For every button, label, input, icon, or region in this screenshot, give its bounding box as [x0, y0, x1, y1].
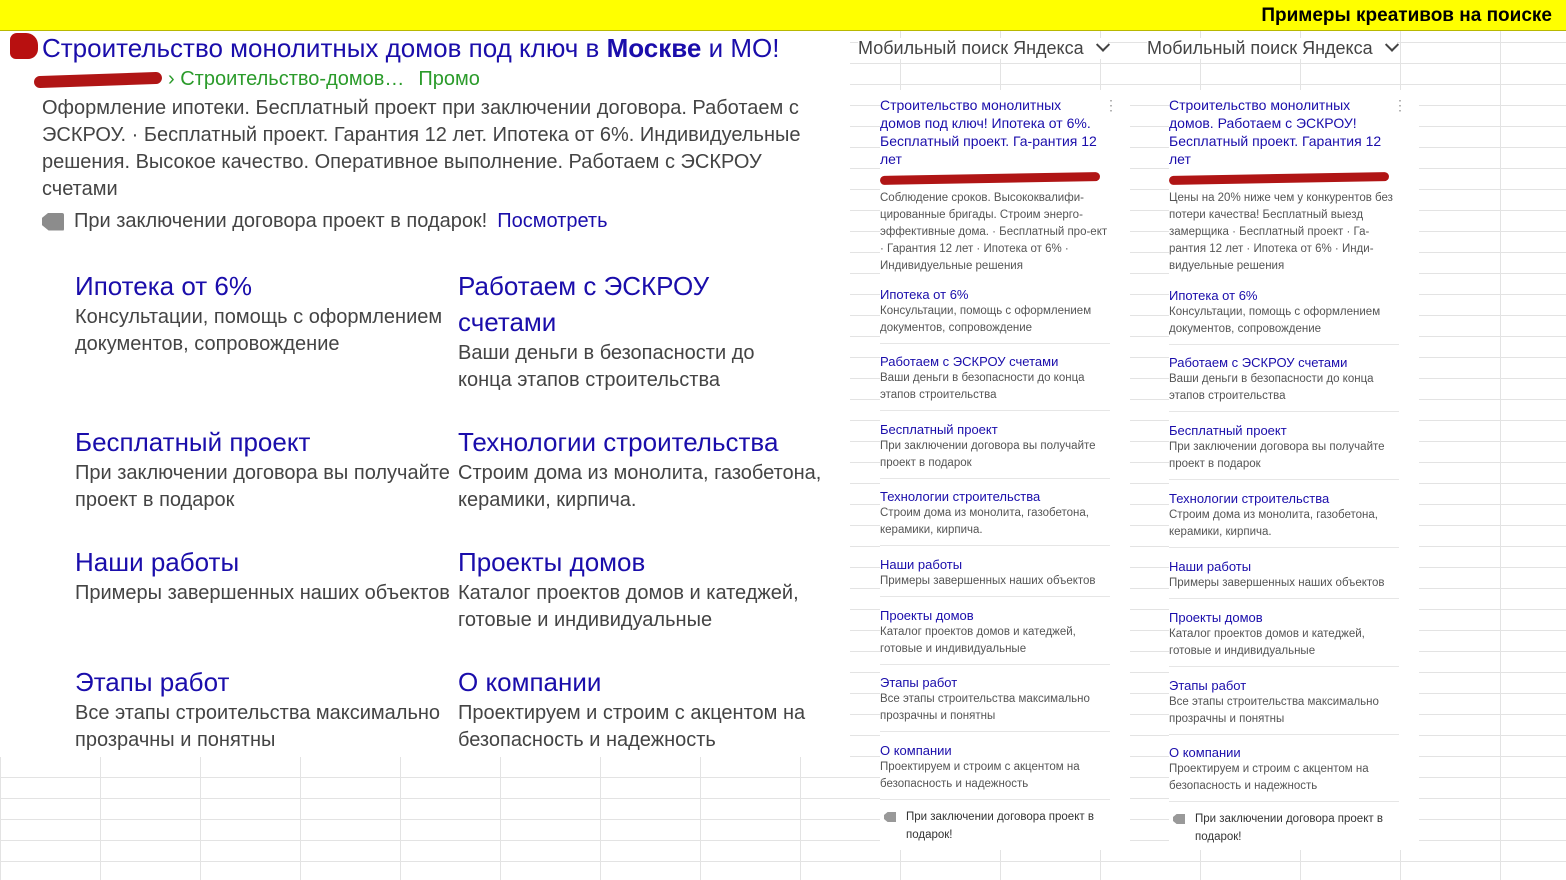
- mobile-sitelink[interactable]: Работаем с ЭСКРОУ счетами Ваши деньги в …: [1169, 354, 1399, 412]
- sitelink-title[interactable]: Технологии строительства: [458, 424, 833, 460]
- chevron-down-icon: [1384, 37, 1399, 52]
- mobile-search-dropdown-1[interactable]: Мобильный поиск Яндекса: [858, 37, 1110, 59]
- sitelink-title[interactable]: Работаем с ЭСКРОУ счетами: [458, 268, 798, 340]
- mobile-search-label: Мобильный поиск Яндекса: [1147, 38, 1373, 58]
- ad-description: Оформление ипотеки. Бесплатный проект пр…: [42, 97, 801, 200]
- sitelink-work-stages[interactable]: Этапы работ Все этапы строительства макс…: [75, 664, 450, 754]
- ad-title-link[interactable]: Строительство монолитных домов под ключ …: [42, 33, 779, 64]
- sitelink-technologies[interactable]: Технологии строительства Строим дома из …: [458, 424, 833, 514]
- sitelink-title[interactable]: О компании: [458, 664, 833, 700]
- sitelink-desc: Консультации, помощь с оформлением докум…: [75, 306, 443, 355]
- sitelink-title[interactable]: Этапы работ: [75, 664, 450, 700]
- sitelink-desc: Каталог проектов домов и катеджей, готов…: [458, 582, 799, 631]
- header-bar: Примеры креативов на поиске: [0, 0, 1566, 31]
- callout-link[interactable]: Посмотреть: [497, 210, 607, 233]
- sitelink-about-company[interactable]: О компании Проектируем и строим с акцент…: [458, 664, 833, 754]
- chevron-down-icon: [1095, 37, 1110, 52]
- redacted-domain-scribble: [879, 172, 1101, 185]
- header-title: Примеры креативов на поиске: [1261, 5, 1552, 26]
- mobile-sitelink[interactable]: Проекты домов Каталог проектов домов и к…: [1169, 609, 1399, 667]
- mobile-sitelink[interactable]: Ипотека от 6% Консультации, помощь с офо…: [880, 286, 1110, 344]
- sitelink-desc: При заключении договора вы получайте про…: [75, 462, 450, 511]
- mobile-sitelink[interactable]: Технологии строительства Строим дома из …: [880, 488, 1110, 546]
- sitelink-title[interactable]: Проекты домов: [458, 544, 833, 580]
- mobile-ad-title[interactable]: Строительство монолитных домов. Работаем…: [1169, 96, 1389, 168]
- mobile-sitelink[interactable]: Этапы работ Все этапы строительства макс…: [1169, 677, 1399, 735]
- redacted-domain-scribble: [33, 71, 163, 88]
- mobile-ad-card-1: Строительство монолитных домов под ключ!…: [879, 90, 1130, 850]
- mobile-sitelink[interactable]: О компании Проектируем и строим с акцент…: [1169, 744, 1399, 802]
- mobile-sitelink[interactable]: Технологии строительства Строим дома из …: [1169, 490, 1399, 548]
- sitelink-title[interactable]: Бесплатный проект: [75, 424, 450, 460]
- mobile-callout: При заключении договора проект в подарок…: [880, 808, 1110, 844]
- sitelink-desc: Ваши деньги в безопасности до конца этап…: [458, 342, 755, 391]
- sitelink-mortgage[interactable]: Ипотека от 6% Консультации, помощь с офо…: [75, 268, 450, 358]
- tag-icon: [1173, 814, 1185, 824]
- tag-icon: [884, 812, 896, 822]
- mobile-search-label: Мобильный поиск Яндекса: [858, 38, 1084, 58]
- mobile-sitelink[interactable]: Бесплатный проект При заключении договор…: [880, 421, 1110, 479]
- more-menu-icon[interactable]: ⋮: [1393, 98, 1407, 112]
- mobile-sitelink[interactable]: Работаем с ЭСКРОУ счетами Ваши деньги в …: [880, 353, 1110, 411]
- mobile-sitelink[interactable]: Бесплатный проект При заключении договор…: [1169, 422, 1399, 480]
- callout-text: При заключении договора проект в подарок…: [74, 210, 488, 232]
- mobile-sitelink[interactable]: Ипотека от 6% Консультации, помощь с офо…: [1169, 287, 1399, 345]
- mobile-ad-description: Соблюдение сроков. Высококвалифи-цирован…: [880, 192, 1108, 272]
- mobile-sitelink[interactable]: Проекты домов Каталог проектов домов и к…: [880, 607, 1110, 665]
- mobile-sitelink[interactable]: Наши работы Примеры завершенных наших об…: [880, 556, 1110, 597]
- redacted-domain-scribble: [1168, 172, 1390, 185]
- ad-breadcrumb: › Строительство-домов…: [168, 68, 405, 90]
- sitelink-our-works[interactable]: Наши работы Примеры завершенных наших об…: [75, 544, 450, 607]
- more-menu-icon[interactable]: ⋮: [1104, 98, 1118, 112]
- mobile-ad-card-2: Строительство монолитных домов. Работаем…: [1168, 90, 1419, 850]
- sitelink-desc: Примеры завершенных наших объектов: [75, 582, 450, 604]
- mobile-ad-description: Цены на 20% ниже чем у конкурентов без п…: [1169, 192, 1393, 272]
- ad-url-line[interactable]: › Строительство-домов… Промо: [33, 68, 480, 91]
- sitelink-desc: Проектируем и строим с акцентом на безоп…: [458, 702, 806, 751]
- sitelink-house-projects[interactable]: Проекты домов Каталог проектов домов и к…: [458, 544, 833, 634]
- mobile-callout: При заключении договора проект в подарок…: [1169, 810, 1399, 846]
- mobile-ad-title[interactable]: Строительство монолитных домов под ключ!…: [880, 96, 1100, 168]
- sitelink-desc: Все этапы строительства максимально проз…: [75, 702, 441, 751]
- sitelink-title[interactable]: Наши работы: [75, 544, 450, 580]
- promo-label: Промо: [418, 68, 480, 90]
- tag-icon: [42, 212, 64, 231]
- sitelink-title[interactable]: Ипотека от 6%: [75, 268, 450, 304]
- mobile-sitelink[interactable]: Наши работы Примеры завершенных наших об…: [1169, 558, 1399, 599]
- sitelink-escrow[interactable]: Работаем с ЭСКРОУ счетами Ваши деньги в …: [458, 268, 798, 394]
- ad-callout: При заключении договора проект в подарок…: [42, 210, 608, 233]
- ad-title-bold: Москве: [606, 33, 702, 63]
- mobile-sitelink[interactable]: Этапы работ Все этапы строительства макс…: [880, 674, 1110, 732]
- favicon-icon: [10, 33, 38, 59]
- sitelink-desc: Строим дома из монолита, газобетона, кер…: [458, 462, 822, 511]
- sitelink-free-project[interactable]: Бесплатный проект При заключении договор…: [75, 424, 450, 514]
- mobile-sitelink[interactable]: О компании Проектируем и строим с акцент…: [880, 742, 1110, 800]
- mobile-search-dropdown-2[interactable]: Мобильный поиск Яндекса: [1147, 37, 1399, 59]
